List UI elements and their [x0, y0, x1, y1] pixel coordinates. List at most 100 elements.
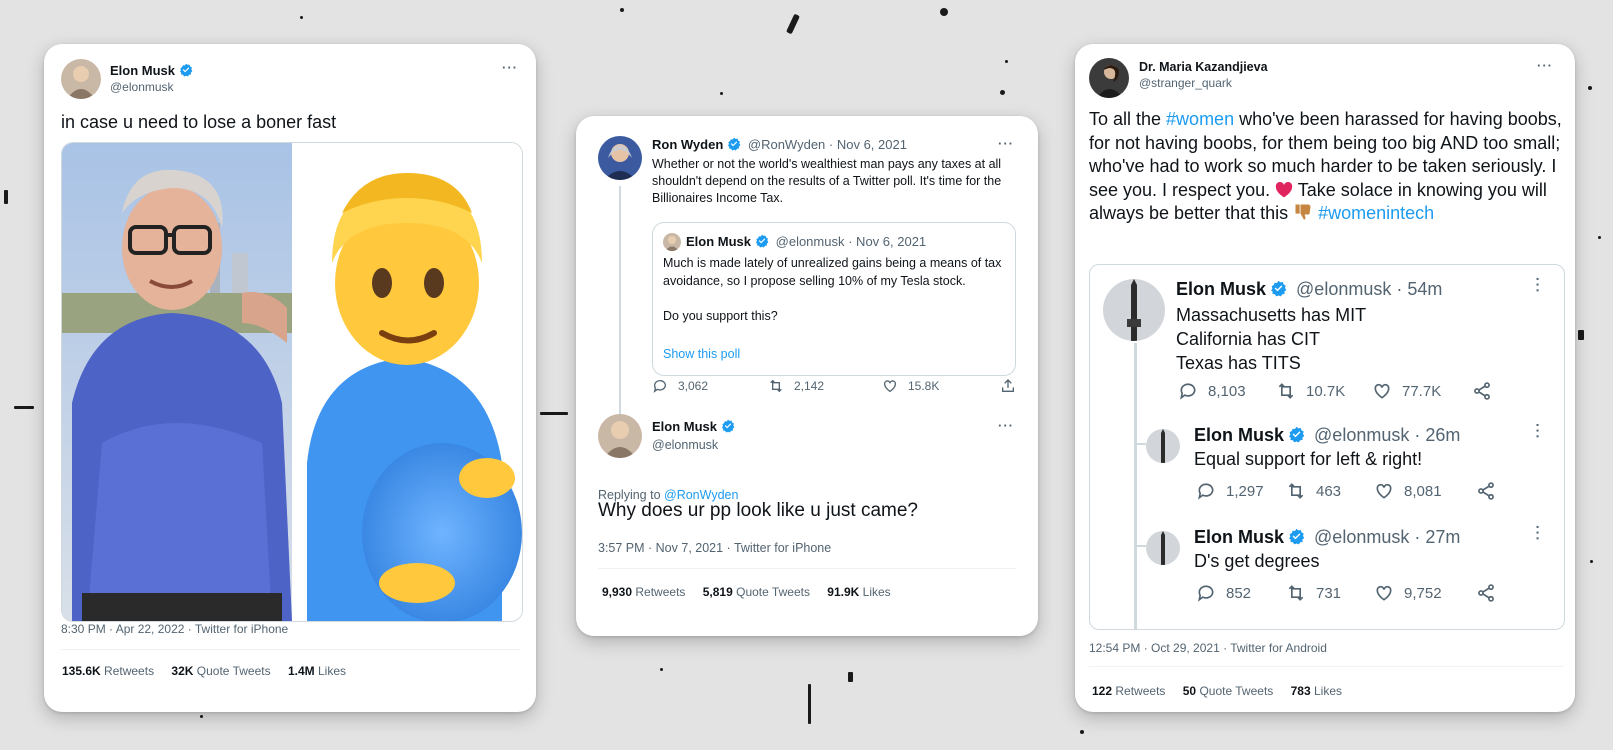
thread-line — [1134, 343, 1137, 629]
more-options-icon[interactable]: ··· — [1537, 58, 1553, 73]
embedded-time: · 26m — [1414, 425, 1461, 445]
quoted-tweet-date: · Nov 6, 2021 — [848, 234, 927, 249]
thread-connector — [1134, 545, 1146, 547]
embedded-tweet-text: Massachusetts has MIT California has CIT… — [1176, 305, 1367, 373]
embedded-reply: 1,297 — [1196, 481, 1264, 501]
tweet-stats: 122 Retweets 50 Quote Tweets 783 Likes — [1092, 684, 1342, 698]
red-heart-emoji-icon — [1275, 181, 1293, 197]
author-name[interactable]: Elon Musk — [652, 419, 735, 434]
tweet-timestamp[interactable]: 12:54 PM · Oct 29, 2021 · Twitter for An… — [1089, 641, 1327, 655]
retweet-icon — [1288, 483, 1304, 499]
author-name[interactable]: Dr. Maria Kazandjieva — [1139, 60, 1268, 74]
reply-icon — [1180, 383, 1196, 400]
more-options-icon[interactable]: ··· — [502, 60, 518, 75]
rocket-avatar — [1103, 279, 1165, 341]
tweet-text: Why does ur pp look like u just came? — [598, 500, 918, 521]
heart-icon — [1376, 483, 1392, 499]
retweet-count: 2,142 — [794, 379, 825, 393]
quote-tweet[interactable]: Elon Musk @elonmusk · Nov 6, 2021 Much i… — [652, 222, 1016, 376]
verified-badge-icon — [1289, 426, 1305, 443]
tweet-text: To all the #women who've been harassed f… — [1089, 109, 1562, 223]
show-poll-link[interactable]: Show this poll — [663, 347, 740, 361]
retweets-stat[interactable]: 135.6K Retweets — [62, 664, 154, 678]
embedded-author-handle: @elonmusk — [1296, 279, 1392, 299]
like-count: 15.8K — [908, 379, 940, 393]
tweet-card-bill-gates: Elon Musk @elonmusk ··· in case u need t… — [44, 44, 536, 712]
more-options-icon[interactable]: ··· — [998, 136, 1014, 151]
tweet-text: Whether or not the world's wealthiest ma… — [652, 157, 1002, 205]
verified-badge-icon — [755, 234, 769, 248]
share-icon — [1474, 382, 1490, 400]
quoted-author-name: Elon Musk @elonmusk · Nov 6, 2021 — [686, 234, 927, 249]
verified-badge-icon — [721, 419, 735, 433]
retweet-icon — [1278, 383, 1294, 399]
embedded-author-name: Elon Musk @elonmusk · 26m — [1194, 425, 1461, 445]
maria-avatar[interactable] — [1089, 58, 1129, 98]
reply-icon — [1198, 483, 1214, 500]
quote-tweets-stat[interactable]: 5,819 Quote Tweets — [703, 585, 810, 599]
tweet-stats: 135.6K Retweets 32K Quote Tweets 1.4M Li… — [62, 664, 346, 678]
likes-stat[interactable]: 91.9K Likes — [827, 585, 890, 599]
likes-stat[interactable]: 783 Likes — [1291, 684, 1342, 698]
embedded-like: 9,752 — [1374, 583, 1442, 603]
heart-icon — [1376, 585, 1392, 601]
tweet-text: in case u need to lose a boner fast — [61, 112, 337, 132]
embedded-retweet: 463 — [1286, 481, 1341, 501]
verified-badge-icon — [1289, 528, 1305, 545]
reply-icon — [653, 380, 666, 393]
like-button[interactable]: 15.8K — [882, 378, 939, 394]
heart-icon — [1374, 383, 1390, 399]
divider — [1089, 666, 1563, 667]
tweet-card-maria-kazandjieva: Dr. Maria Kazandjieva @stranger_quark ··… — [1075, 44, 1575, 712]
embedded-author-name: Elon Musk @elonmusk · 54m — [1176, 279, 1443, 299]
elon-avatar[interactable] — [61, 59, 101, 99]
embedded-screenshot[interactable]: Elon Musk @elonmusk · 54m ··· Massachuse… — [1089, 264, 1565, 630]
heart-icon — [884, 380, 896, 393]
rocket-avatar — [1146, 429, 1180, 463]
author-name[interactable]: Ron Wyden @RonWyden · Nov 6, 2021 — [652, 137, 907, 152]
quote-tweets-stat[interactable]: 32K Quote Tweets — [171, 664, 270, 678]
author-name[interactable]: Elon Musk — [110, 63, 193, 78]
tweet-timestamp[interactable]: 3:57 PM · Nov 7, 2021 · Twitter for iPho… — [598, 541, 831, 555]
quote-tweets-stat[interactable]: 50 Quote Tweets — [1183, 684, 1274, 698]
tweet-stats: 9,930 Retweets 5,819 Quote Tweets 91.9K … — [602, 585, 891, 599]
embedded-retweet: 10.7K — [1276, 381, 1345, 401]
retweets-stat[interactable]: 122 Retweets — [1092, 684, 1165, 698]
tweet-date[interactable]: · Nov 6, 2021 — [829, 137, 907, 152]
verified-badge-icon — [179, 63, 193, 77]
reply-icon — [1198, 585, 1214, 602]
quoted-tweet-text: Much is made lately of unrealized gains … — [663, 256, 1002, 323]
verified-badge-icon — [1271, 280, 1287, 297]
more-options-icon[interactable]: ··· — [998, 418, 1014, 433]
likes-stat[interactable]: 1.4M Likes — [288, 664, 346, 678]
author-handle[interactable]: @elonmusk — [110, 80, 174, 94]
embedded-reply: 852 — [1196, 583, 1251, 603]
author-handle[interactable]: @RonWyden — [748, 137, 825, 152]
thumbs-down-emoji-icon — [1295, 204, 1311, 220]
retweet-icon — [770, 379, 782, 393]
elon-avatar[interactable] — [598, 414, 642, 458]
rocket-avatar — [1146, 531, 1180, 565]
ron-wyden-avatar[interactable] — [598, 136, 642, 180]
share-icon — [1002, 379, 1014, 392]
author-handle[interactable]: @elonmusk — [652, 438, 718, 452]
more-options-icon: ··· — [1530, 277, 1546, 294]
hashtag-women[interactable]: #women — [1166, 109, 1234, 129]
tweet-card-ron-wyden-thread: Ron Wyden @RonWyden · Nov 6, 2021 ··· Wh… — [576, 116, 1038, 636]
share-button[interactable] — [1000, 378, 1016, 394]
embedded-reply: 8,103 — [1178, 381, 1246, 401]
embedded-share — [1476, 583, 1496, 603]
thread-connector — [1134, 443, 1146, 445]
author-handle[interactable]: @stranger_quark — [1139, 76, 1232, 90]
hashtag-womenintech[interactable]: #womenintech — [1318, 203, 1434, 223]
retweets-stat[interactable]: 9,930 Retweets — [602, 585, 685, 599]
reply-button[interactable]: 3,062 — [652, 378, 708, 394]
share-icon — [1478, 482, 1494, 500]
tweet-timestamp[interactable]: 8:30 PM · Apr 22, 2022 · Twitter for iPh… — [61, 622, 288, 636]
retweet-button[interactable]: 2,142 — [768, 378, 824, 394]
reply-count: 3,062 — [678, 379, 709, 393]
tweet-media-image[interactable] — [61, 142, 523, 622]
elon-avatar — [663, 233, 681, 251]
embedded-author-handle: @elonmusk — [1314, 527, 1410, 547]
embedded-author-handle: @elonmusk — [1314, 425, 1410, 445]
